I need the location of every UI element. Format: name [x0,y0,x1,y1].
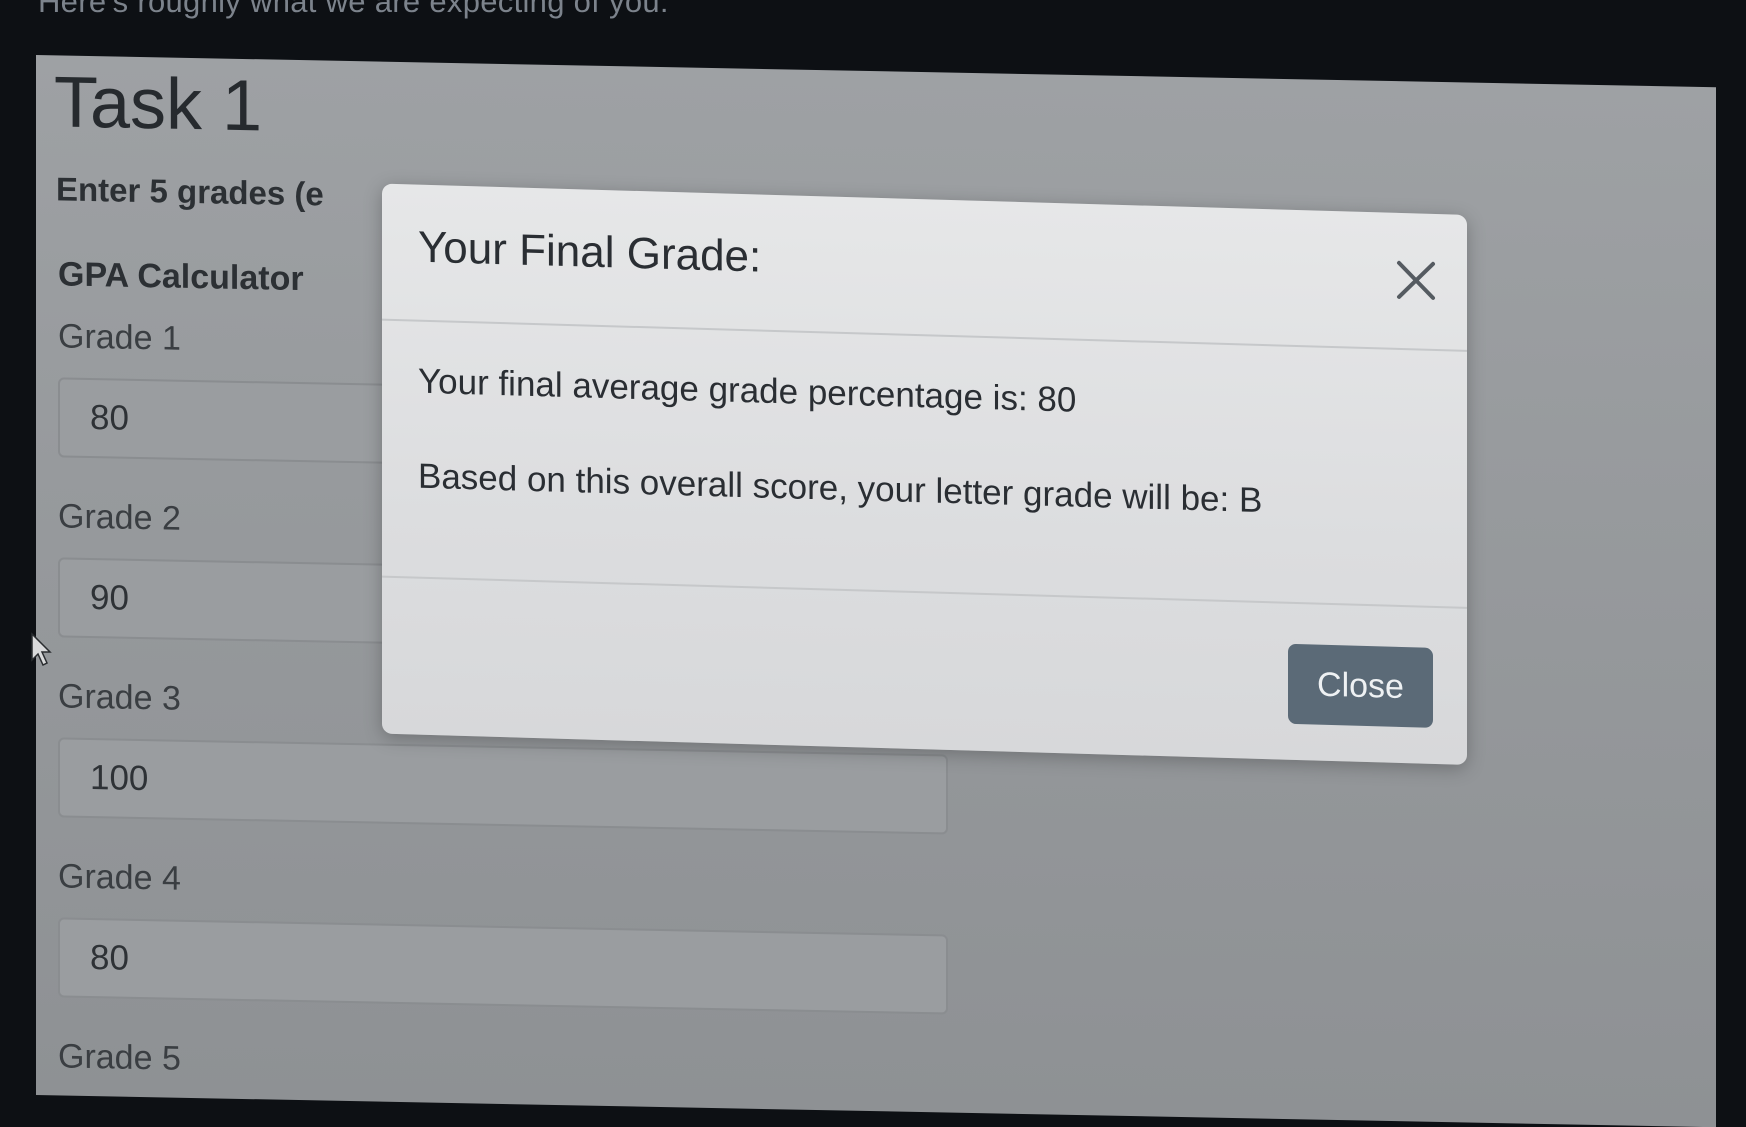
final-grade-modal: Your Final Grade: Your final average gra… [382,183,1467,765]
grade-4-input[interactable] [58,917,948,1015]
close-button[interactable]: Close [1288,643,1433,728]
modal-body: Your final average grade percentage is: … [382,320,1467,609]
grade-2-label: Grade 2 [58,497,181,538]
browser-viewport: Task 1 Enter 5 grades (e GPA Calculator … [36,55,1716,1127]
task-title: Task 1 [54,62,263,147]
close-x-icon [1397,260,1435,300]
letter-grade-text: Based on this overall score, your letter… [418,456,1263,520]
gpa-calculator-title: GPA Calculator [58,255,304,299]
modal-close-x-button[interactable] [1391,255,1441,306]
grade-3-input[interactable] [58,737,948,835]
average-grade-text: Your final average grade percentage is: … [418,361,1077,420]
modal-footer: Close [382,578,1467,765]
grade-5-label: Grade 5 [58,1037,181,1078]
grade-4-label: Grade 4 [58,857,181,898]
instructions-text: Enter 5 grades (e [56,170,324,213]
page-caption: Here's roughly what we are expecting of … [38,0,669,19]
grade-3-label: Grade 3 [58,677,181,718]
grade-1-label: Grade 1 [58,317,181,358]
mouse-cursor-icon [31,632,52,667]
modal-title: Your Final Grade: [418,222,762,282]
